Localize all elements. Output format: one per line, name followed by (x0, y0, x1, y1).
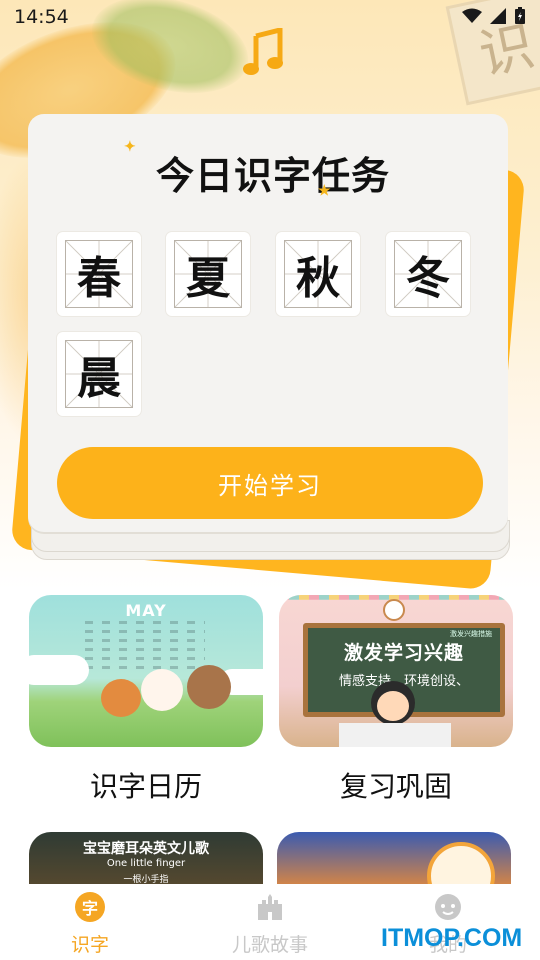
music-note-icon (243, 28, 283, 75)
tab-literacy[interactable]: 字 识字 (30, 892, 150, 957)
board-headline: 激发学习兴趣 (343, 642, 464, 664)
character-tile[interactable]: 春 (57, 232, 141, 316)
card-subtitle: One little finger (106, 858, 186, 869)
status-bar: 14:54 (0, 0, 540, 34)
student-face (377, 691, 409, 721)
signal-icon (490, 8, 506, 24)
feature-review[interactable]: 激发兴趣措施 激发学习兴趣 情感支持、环境创设、 复习巩固 (279, 595, 513, 805)
character-glyph: 秋 (284, 240, 352, 308)
tab-label: 儿歌故事 (231, 934, 308, 956)
character-glyph: 冬 (394, 240, 462, 308)
wifi-icon (462, 8, 482, 23)
bunny-illustration (141, 669, 183, 711)
nursery-rhyme-card[interactable]: 宝宝磨耳朵英文儿歌 One little finger 一根小手指 (29, 832, 263, 892)
start-learning-button[interactable]: 开始学习 (57, 447, 483, 519)
feature-calendar[interactable]: MAY 识字日历 (29, 595, 263, 805)
status-time: 14:54 (14, 6, 69, 28)
star-icon: ★ (318, 183, 332, 199)
tab-rhymes-stories[interactable]: 儿歌故事 (210, 892, 330, 957)
character-glyph: 夏 (174, 240, 242, 308)
task-card-title-text: 今日识字任务 (155, 153, 390, 198)
baby-face-icon (435, 894, 461, 920)
bear-illustration (187, 665, 231, 709)
feature-label: 复习巩固 (339, 770, 452, 803)
character-glyph: 春 (65, 240, 133, 308)
feature-label: 识字日历 (89, 770, 202, 803)
tab-label: 识字 (70, 934, 109, 956)
battery-icon (515, 7, 525, 24)
sparkle-icon: ✦ (124, 139, 137, 155)
cloud-decoration (29, 655, 89, 685)
character-tile[interactable]: 冬 (386, 232, 470, 316)
status-icons (462, 7, 526, 25)
fox-illustration (101, 679, 141, 717)
calendar-grid (85, 621, 205, 669)
zi-icon: 字 (75, 892, 105, 922)
desk-illustration (339, 723, 451, 747)
character-tile[interactable]: 秋 (276, 232, 360, 316)
character-glyph: 晨 (65, 340, 133, 408)
story-card[interactable] (277, 832, 511, 892)
watermark: ITMOP.COM (381, 924, 523, 952)
character-tile[interactable]: 夏 (166, 232, 250, 316)
castle-icon (258, 894, 282, 920)
calendar-thumbnail: MAY (29, 595, 263, 747)
classroom-thumbnail: 激发兴趣措施 激发学习兴趣 情感支持、环境创设、 (279, 595, 513, 747)
character-tile[interactable]: 晨 (57, 332, 141, 416)
card-title: 宝宝磨耳朵英文儿歌 (83, 841, 209, 857)
clock-icon (383, 599, 405, 621)
task-card-title: ✦ 今日识字任务 ★ (124, 139, 418, 205)
calendar-month: MAY (125, 601, 167, 620)
